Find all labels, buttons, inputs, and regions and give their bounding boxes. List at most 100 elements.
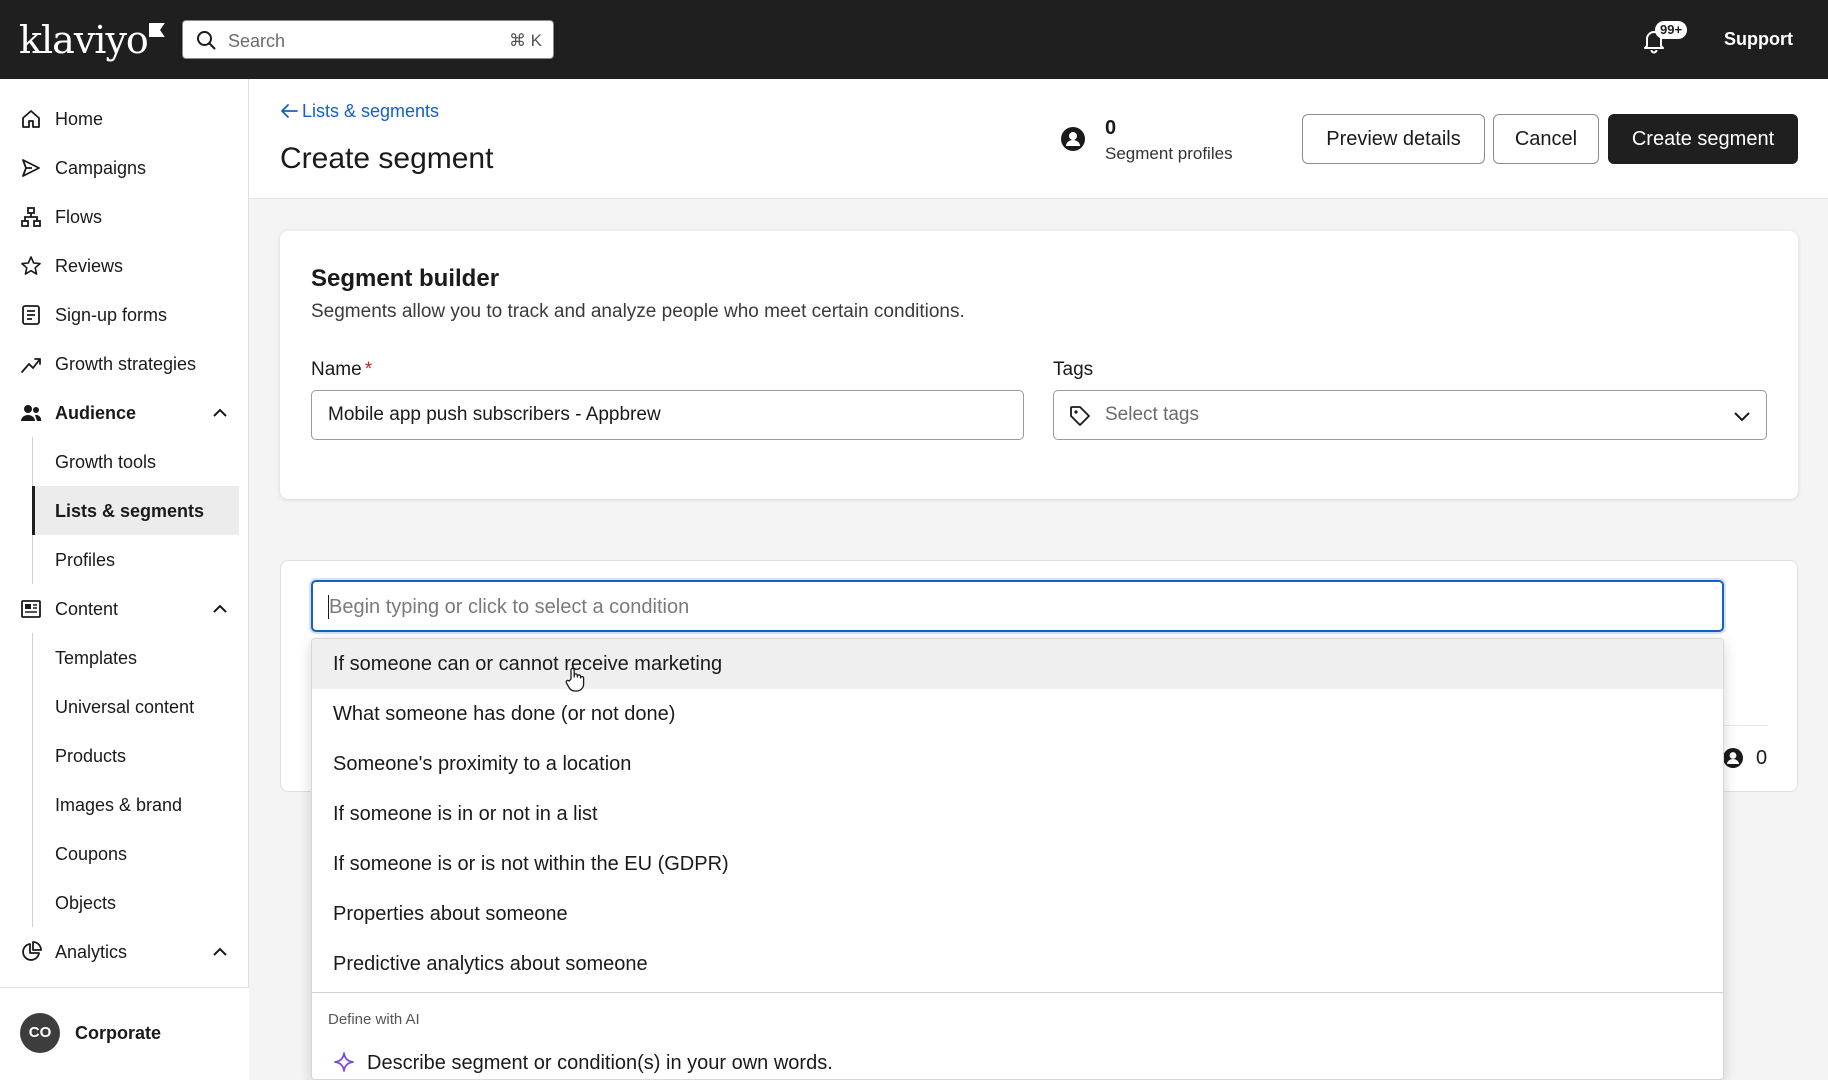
breadcrumb[interactable]: Lists & segments <box>280 101 439 122</box>
sidebar-item-growth-tools[interactable]: Growth tools <box>32 437 239 486</box>
create-segment-button[interactable]: Create segment <box>1608 114 1798 164</box>
condition-option[interactable]: If someone is or is not within the EU (G… <box>312 839 1723 889</box>
sidebar-item-label: Flows <box>55 207 103 227</box>
card-title: Segment builder <box>311 265 500 292</box>
sidebar-item-label: Growth tools <box>55 452 157 472</box>
divider <box>312 992 1723 993</box>
option-label: If someone is in or not in a list <box>333 803 598 825</box>
tags-label: Tags <box>1053 359 1094 380</box>
sidebar-item-audience[interactable]: Audience <box>10 388 239 437</box>
chevron-down-icon <box>1734 412 1750 422</box>
sidebar-item-reviews[interactable]: Reviews <box>10 241 239 290</box>
condition-dropdown: If someone can or cannot receive marketi… <box>311 638 1724 1080</box>
page-header: Lists & segments Create segment 0 Segmen… <box>249 79 1828 199</box>
cancel-button[interactable]: Cancel <box>1493 114 1599 164</box>
ai-section-heading: Define with AI <box>328 1011 420 1028</box>
sidebar-item-universal-content[interactable]: Universal content <box>32 682 239 731</box>
condition-option[interactable]: Someone's proximity to a location <box>312 739 1723 789</box>
search-placeholder: Search <box>228 31 286 51</box>
ai-describe-option[interactable]: Describe segment or condition(s) in your… <box>312 1039 1723 1079</box>
search-input[interactable]: Search ⌘ K <box>182 20 554 59</box>
content-icon <box>21 600 41 618</box>
sidebar-item-label: Audience <box>55 403 137 423</box>
arrow-left-icon <box>281 104 298 118</box>
option-label: Properties about someone <box>333 903 568 925</box>
tag-icon <box>1070 406 1090 426</box>
search-icon <box>197 31 216 50</box>
profile-icon <box>1061 127 1085 151</box>
sidebar-item-campaigns[interactable]: Campaigns <box>10 143 239 192</box>
sidebar-item-label: Campaigns <box>55 158 147 178</box>
preview-details-button[interactable]: Preview details <box>1302 114 1485 164</box>
option-label: If someone is or is not within the EU (G… <box>333 853 729 875</box>
profile-icon <box>1723 748 1743 768</box>
option-label: What someone has done (or not done) <box>333 703 676 725</box>
klaviyo-logo[interactable]: klaviyo <box>19 20 165 60</box>
chevron-up-icon <box>213 947 227 956</box>
support-link[interactable]: Support <box>1724 29 1793 50</box>
sidebar-item-flows[interactable]: Flows <box>10 192 239 241</box>
condition-placeholder: Begin typing or click to select a condit… <box>329 596 690 618</box>
sidebar-item-label: Analytics <box>55 942 128 962</box>
breadcrumb-label: Lists & segments <box>302 101 440 121</box>
option-label: If someone can or cannot receive marketi… <box>333 653 723 675</box>
segment-profile-label: Segment profiles <box>1105 144 1233 163</box>
condition-option[interactable]: Predictive analytics about someone <box>312 939 1723 989</box>
sidebar-item-templates[interactable]: Templates <box>32 633 239 682</box>
account-switcher[interactable]: CO Corporate <box>0 987 249 1080</box>
sidebar-item-label: Objects <box>55 893 117 913</box>
logo-flag-icon <box>148 23 165 37</box>
sidebar-item-lists-segments[interactable]: Lists & segments <box>32 486 239 535</box>
top-bar: klaviyo Search ⌘ K 99+ Support <box>0 0 1828 79</box>
segment-builder-card: Segment builder Segments allow you to tr… <box>280 231 1798 499</box>
sidebar-item-growth-strategies[interactable]: Growth strategies <box>10 339 239 388</box>
option-label: Predictive analytics about someone <box>333 953 648 975</box>
condition-option[interactable]: What someone has done (or not done) <box>312 689 1723 739</box>
sidebar-item-products[interactable]: Products <box>32 731 239 780</box>
form-icon <box>22 305 40 325</box>
sidebar-item-label: Products <box>55 746 127 766</box>
chevron-up-icon <box>213 408 227 417</box>
condition-search-input[interactable]: Begin typing or click to select a condit… <box>311 580 1724 632</box>
sidebar-item-profiles[interactable]: Profiles <box>32 535 239 584</box>
tags-select[interactable]: Select tags <box>1053 390 1767 440</box>
sidebar: Home Campaigns Flows Reviews Sign-up for… <box>0 79 249 1080</box>
text-caret <box>328 595 329 619</box>
avatar: CO <box>20 1013 60 1053</box>
notification-badge: 99+ <box>1655 21 1688 39</box>
pie-chart-icon <box>22 941 42 961</box>
sidebar-item-label: Universal content <box>55 697 195 717</box>
card-subtitle: Segments allow you to track and analyze … <box>311 301 965 322</box>
sidebar-item-analytics[interactable]: Analytics <box>10 927 239 976</box>
sidebar-item-coupons[interactable]: Coupons <box>32 829 239 878</box>
sidebar-item-label: Profiles <box>55 550 116 570</box>
name-field[interactable]: Mobile app push subscribers - Appbrew <box>311 390 1024 440</box>
hand-cursor-icon <box>565 667 585 692</box>
condition-option[interactable]: If someone is in or not in a list <box>312 789 1723 839</box>
condition-profile-count: 0 <box>1756 747 1768 769</box>
sidebar-item-content[interactable]: Content <box>10 584 239 633</box>
segment-profile-count: 0 <box>1105 117 1117 139</box>
option-label: Someone's proximity to a location <box>333 753 632 775</box>
page-title: Create segment <box>280 142 494 175</box>
sidebar-item-label: Content <box>55 599 119 619</box>
tags-placeholder: Select tags <box>1105 404 1199 425</box>
sidebar-item-images-brand[interactable]: Images & brand <box>32 780 239 829</box>
sidebar-item-objects[interactable]: Objects <box>32 878 239 927</box>
sidebar-item-signup-forms[interactable]: Sign-up forms <box>10 290 239 339</box>
sidebar-item-home[interactable]: Home <box>10 94 239 143</box>
home-icon <box>22 110 40 128</box>
condition-option[interactable]: Properties about someone <box>312 889 1723 939</box>
sidebar-item-label: Sign-up forms <box>55 305 168 325</box>
sidebar-item-label: Images & brand <box>55 795 183 815</box>
send-icon <box>22 159 40 177</box>
account-name: Corporate <box>75 1023 162 1043</box>
name-label: Name * <box>311 359 373 380</box>
sparkle-icon <box>334 1052 354 1072</box>
required-indicator: * <box>364 359 373 380</box>
audience-icon <box>21 405 42 421</box>
trend-up-icon <box>21 358 41 373</box>
condition-option[interactable]: If someone can or cannot receive marketi… <box>312 639 1723 689</box>
chevron-up-icon <box>213 604 227 613</box>
sidebar-item-label: Coupons <box>55 844 128 864</box>
